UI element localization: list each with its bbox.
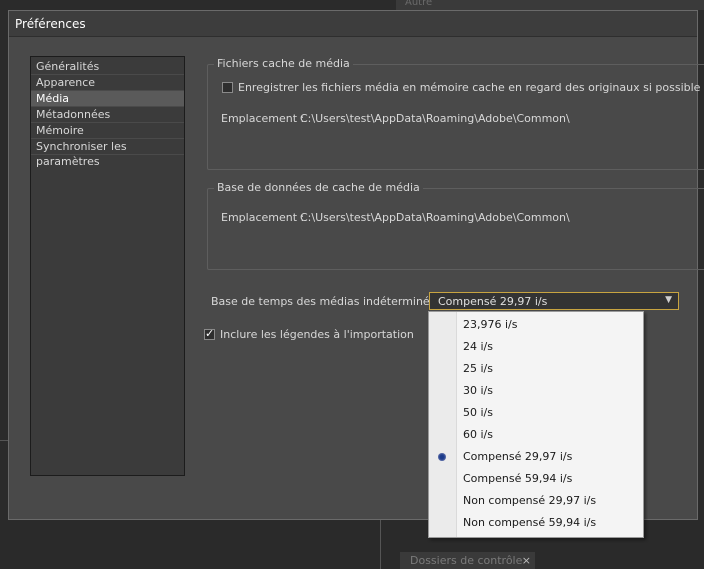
menu-item-50[interactable]: 50 i/s bbox=[429, 402, 643, 424]
menu-item-30[interactable]: 30 i/s bbox=[429, 380, 643, 402]
dialog-titlebar[interactable]: Préférences bbox=[9, 11, 697, 37]
background-panel-label: Autre bbox=[405, 0, 433, 8]
timebase-dropdown-menu: 23,976 i/s 24 i/s 25 i/s 30 i/s 50 i/s 6… bbox=[428, 311, 644, 538]
menu-item-non-compense-5994[interactable]: Non compensé 59,94 i/s bbox=[429, 512, 643, 534]
preferences-nav-list: Généralités Apparence Média Métadonnées … bbox=[30, 56, 185, 476]
background-divider bbox=[380, 520, 381, 569]
selected-radio-icon bbox=[438, 453, 446, 461]
nav-item-memoire[interactable]: Mémoire bbox=[31, 123, 184, 139]
media-cache-db-location-label: Emplacement : bbox=[221, 211, 305, 224]
media-cache-db-location-value: C:\Users\test\AppData\Roaming\Adobe\Comm… bbox=[300, 211, 570, 224]
menu-item-non-compense-2997[interactable]: Non compensé 29,97 i/s bbox=[429, 490, 643, 512]
timebase-selected-value: Compensé 29,97 i/s bbox=[438, 295, 548, 308]
nav-item-media[interactable]: Média bbox=[31, 91, 184, 107]
menu-item-compense-2997[interactable]: Compensé 29,97 i/s bbox=[429, 446, 643, 468]
timebase-label: Base de temps des médias indéterminée : bbox=[211, 295, 444, 308]
cache-next-to-originals-checkbox[interactable] bbox=[222, 82, 233, 93]
tab-dossiers-de-controle[interactable]: Dossiers de contrôle × bbox=[400, 552, 535, 569]
close-icon[interactable]: × bbox=[522, 552, 531, 569]
nav-item-synchroniser[interactable]: Synchroniser les paramètres bbox=[31, 139, 184, 168]
background-left-divider bbox=[0, 440, 8, 521]
menu-item-25[interactable]: 25 i/s bbox=[429, 358, 643, 380]
cache-next-to-originals-label: Enregistrer les fichiers média en mémoir… bbox=[238, 81, 701, 94]
media-cache-db-group: Base de données de cache de média Emplac… bbox=[207, 181, 704, 270]
menu-item-24[interactable]: 24 i/s bbox=[429, 336, 643, 358]
timebase-dropdown[interactable]: Compensé 29,97 i/s ▼ bbox=[429, 292, 679, 310]
menu-item-compense-5994[interactable]: Compensé 59,94 i/s bbox=[429, 468, 643, 490]
media-cache-db-group-title: Base de données de cache de média bbox=[214, 181, 423, 194]
include-captions-checkbox[interactable] bbox=[204, 327, 215, 340]
menu-item-60[interactable]: 60 i/s bbox=[429, 424, 643, 446]
include-captions-label: Inclure les légendes à l'importation bbox=[220, 328, 414, 341]
tab-label: Dossiers de contrôle bbox=[410, 554, 523, 567]
media-cache-location-label: Emplacement : bbox=[221, 112, 305, 125]
nav-item-generalites[interactable]: Généralités bbox=[31, 59, 184, 75]
dialog-title: Préférences bbox=[15, 17, 86, 31]
nav-item-apparence[interactable]: Apparence bbox=[31, 75, 184, 91]
nav-item-metadonnees[interactable]: Métadonnées bbox=[31, 107, 184, 123]
menu-item-23976[interactable]: 23,976 i/s bbox=[429, 314, 643, 336]
chevron-down-icon[interactable]: ▼ bbox=[665, 295, 672, 305]
media-cache-location-value: C:\Users\test\AppData\Roaming\Adobe\Comm… bbox=[300, 112, 570, 125]
media-cache-group: Fichiers cache de média Enregistrer les … bbox=[207, 57, 704, 170]
media-cache-group-title: Fichiers cache de média bbox=[214, 57, 353, 70]
